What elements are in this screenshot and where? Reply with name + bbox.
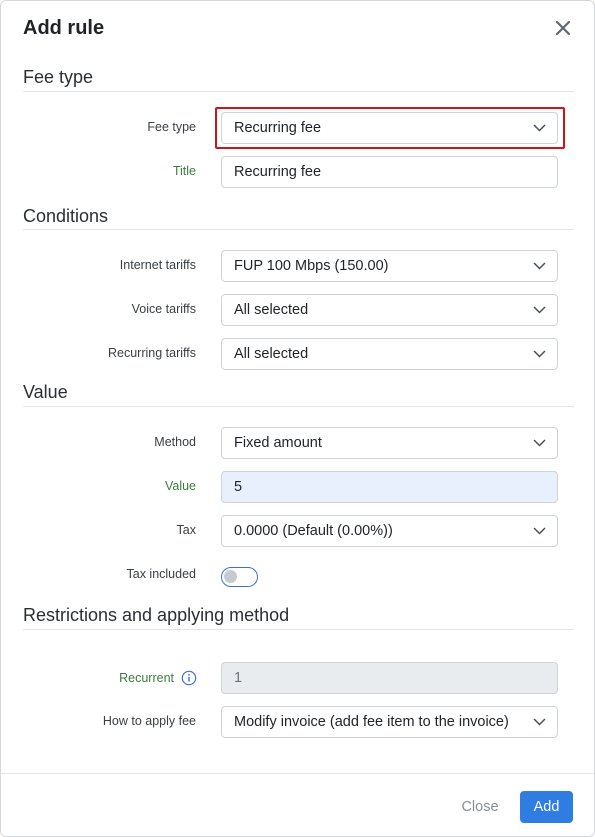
- method-label: Method: [154, 435, 196, 449]
- chevron-down-icon: [533, 350, 546, 358]
- chevron-down-icon: [533, 718, 546, 726]
- how-to-apply-value: Modify invoice (add fee item to the invo…: [234, 714, 509, 730]
- dialog-title: Add rule: [23, 17, 105, 39]
- section-divider: [23, 229, 574, 230]
- close-icon[interactable]: [552, 17, 574, 39]
- title-value: Recurring fee: [234, 164, 322, 180]
- recurrent-label: Recurrent: [119, 671, 174, 685]
- title-label: Title: [172, 164, 196, 178]
- toggle-knob: [224, 570, 237, 583]
- section-divider: [23, 629, 574, 630]
- tax-value: 0.0000 (Default (0.00%)): [234, 523, 393, 539]
- value-input[interactable]: 5: [221, 471, 558, 503]
- chevron-down-icon: [533, 527, 546, 535]
- section-value: Value: [23, 382, 68, 402]
- section-divider: [23, 91, 574, 92]
- tax-label: Tax: [176, 523, 196, 537]
- chevron-down-icon: [533, 262, 546, 270]
- voice-tariffs-value: All selected: [234, 302, 309, 318]
- add-button[interactable]: Add: [520, 791, 573, 823]
- section-restrictions: Restrictions and applying method: [23, 605, 290, 625]
- recurring-tariffs-label: Recurring tariffs: [108, 346, 196, 360]
- internet-tariffs-select[interactable]: FUP 100 Mbps (150.00): [221, 250, 558, 282]
- recurrent-input: 1: [221, 662, 558, 694]
- internet-tariffs-label: Internet tariffs: [119, 258, 196, 272]
- fee-type-label: Fee type: [147, 120, 196, 134]
- voice-tariffs-label: Voice tariffs: [131, 302, 196, 316]
- add-rule-dialog: Add rule Fee type Fee type Recurring fee…: [0, 0, 595, 837]
- footer-divider: [1, 773, 594, 774]
- internet-tariffs-value: FUP 100 Mbps (150.00): [234, 258, 389, 274]
- how-to-apply-label: How to apply fee: [102, 714, 196, 728]
- recurring-tariffs-select[interactable]: All selected: [221, 338, 558, 370]
- tax-included-toggle[interactable]: [221, 567, 258, 587]
- value-label: Value: [164, 479, 196, 493]
- recurring-tariffs-value: All selected: [234, 346, 309, 362]
- highlight-box: [215, 107, 565, 149]
- tax-select[interactable]: 0.0000 (Default (0.00%)): [221, 515, 558, 547]
- section-conditions: Conditions: [23, 206, 109, 226]
- tax-included-label: Tax included: [126, 567, 197, 581]
- method-select[interactable]: Fixed amount: [221, 427, 558, 459]
- how-to-apply-select[interactable]: Modify invoice (add fee item to the invo…: [221, 706, 558, 738]
- chevron-down-icon: [533, 306, 546, 314]
- info-icon[interactable]: [181, 670, 197, 686]
- recurrent-value: 1: [234, 670, 243, 686]
- section-fee-type: Fee type: [23, 67, 94, 87]
- value-value: 5: [234, 479, 243, 495]
- title-input[interactable]: Recurring fee: [221, 156, 558, 188]
- voice-tariffs-select[interactable]: All selected: [221, 294, 558, 326]
- method-value: Fixed amount: [234, 435, 322, 451]
- chevron-down-icon: [533, 439, 546, 447]
- close-button[interactable]: Close: [453, 792, 507, 822]
- section-divider: [23, 406, 574, 407]
